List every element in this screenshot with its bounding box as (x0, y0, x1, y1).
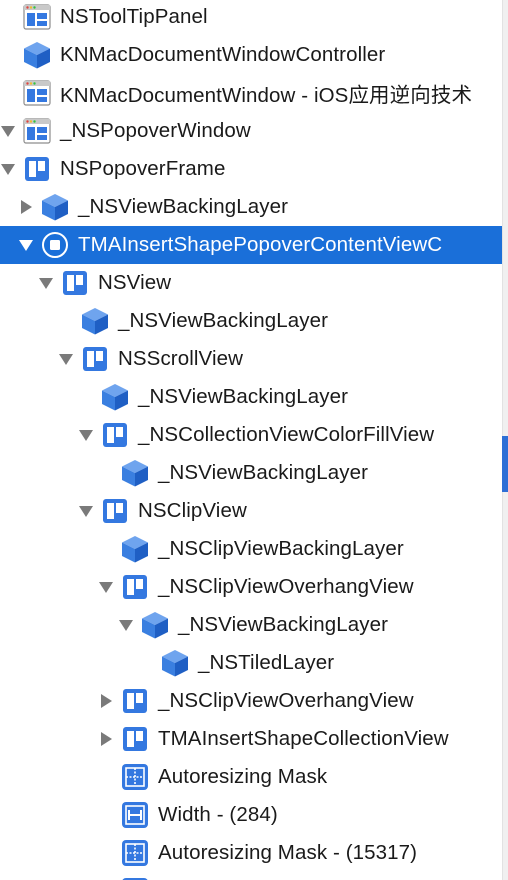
cube-icon (120, 534, 150, 564)
view-icon (22, 154, 52, 184)
view-icon (100, 420, 130, 450)
view-icon (120, 724, 150, 754)
outline-row-label: Autoresizing Mask (158, 765, 328, 788)
view-hierarchy-outline[interactable]: NSToolTipPanel KNMacDocumentWindowControl… (0, 0, 502, 880)
view-controller-icon (40, 230, 70, 260)
outline-row-label: _NSClipViewOverhangView (158, 575, 414, 598)
outline-row-label: KNMacDocumentWindow - iOS应用逆向技术 (60, 84, 473, 107)
cube-icon (80, 306, 110, 336)
outline-row-label: NSView (98, 271, 172, 294)
disclosure-triangle-down-icon[interactable] (78, 501, 94, 521)
vertical-scrollbar[interactable] (502, 0, 508, 880)
disclosure-triangle-down-icon[interactable] (78, 425, 94, 445)
outline-row-label: TMAInsertShapeCollectionView (158, 727, 449, 750)
outline-row-label: _NSClipViewBackingLayer (158, 537, 404, 560)
outline-row[interactable]: NSScrollView (0, 340, 502, 378)
outline-row[interactable]: _NSViewBackingLayer (0, 378, 502, 416)
disclosure-triangle-down-icon[interactable] (38, 273, 54, 293)
autoresizing-constraint-icon (120, 762, 150, 792)
outline-row-label: _NSViewBackingLayer (78, 195, 289, 218)
disclosure-triangle-right-icon[interactable] (18, 197, 34, 217)
outline-row-label: NSPopoverFrame (60, 157, 226, 180)
outline-row[interactable]: NSPopoverFrame (0, 150, 502, 188)
outline-row[interactable] (0, 872, 502, 880)
outline-row-label: Width - (284) (158, 803, 278, 826)
disclosure-triangle-down-icon[interactable] (98, 577, 114, 597)
outline-row-label: NSClipView (138, 499, 247, 522)
cube-icon (120, 458, 150, 488)
outline-row[interactable]: _NSViewBackingLayer (0, 188, 502, 226)
outline-row[interactable]: TMAInsertShapeCollectionView (0, 720, 502, 758)
window-icon (22, 2, 52, 32)
outline-row-label: _NSTiledLayer (198, 651, 335, 674)
outline-row[interactable]: _NSClipViewOverhangView (0, 682, 502, 720)
outline-row[interactable]: _NSCollectionViewColorFillView (0, 416, 502, 454)
autoresizing-constraint-icon (120, 876, 150, 880)
scrollbar-thumb[interactable] (502, 436, 508, 492)
outline-row[interactable]: NSClipView (0, 492, 502, 530)
width-constraint-icon (120, 800, 150, 830)
view-icon (120, 572, 150, 602)
view-icon (100, 496, 130, 526)
outline-row-label: TMAInsertShapePopoverContentViewC (78, 233, 443, 256)
outline-row-label: _NSViewBackingLayer (138, 385, 349, 408)
outline-row-label: _NSClipViewOverhangView (158, 689, 414, 712)
view-icon (80, 344, 110, 374)
outline-row-label: _NSViewBackingLayer (158, 461, 369, 484)
disclosure-triangle-right-icon[interactable] (98, 691, 114, 711)
outline-row[interactable]: KNMacDocumentWindow - iOS应用逆向技术 (0, 74, 502, 112)
outline-row[interactable]: TMAInsertShapePopoverContentViewC (0, 226, 502, 264)
disclosure-triangle-down-icon[interactable] (58, 349, 74, 369)
view-icon (120, 686, 150, 716)
outline-row[interactable]: _NSPopoverWindow (0, 112, 502, 150)
outline-row[interactable]: _NSViewBackingLayer (0, 454, 502, 492)
outline-row-label: NSScrollView (118, 347, 244, 370)
outline-row-label: _NSCollectionViewColorFillView (138, 423, 435, 446)
disclosure-triangle-down-icon[interactable] (118, 615, 134, 635)
autoresizing-constraint-icon (120, 838, 150, 868)
disclosure-triangle-right-icon[interactable] (98, 729, 114, 749)
cube-icon (160, 648, 190, 678)
outline-row[interactable]: _NSClipViewOverhangView (0, 568, 502, 606)
outline-row[interactable]: Autoresizing Mask - (15317) (0, 834, 502, 872)
window-icon (22, 116, 52, 146)
view-icon (60, 268, 90, 298)
outline-row[interactable]: KNMacDocumentWindowController (0, 36, 502, 74)
outline-row[interactable]: NSToolTipPanel (0, 0, 502, 36)
outline-row[interactable]: _NSViewBackingLayer (0, 302, 502, 340)
cube-icon (22, 40, 52, 70)
outline-row-label: _NSPopoverWindow (60, 119, 251, 142)
outline-row-label: NSToolTipPanel (60, 5, 208, 28)
disclosure-triangle-down-icon[interactable] (18, 235, 34, 255)
outline-row[interactable]: NSView (0, 264, 502, 302)
outline-row[interactable]: Autoresizing Mask (0, 758, 502, 796)
disclosure-triangle-down-icon[interactable] (0, 159, 16, 179)
cube-icon (140, 610, 170, 640)
outline-row-label: _NSViewBackingLayer (178, 613, 389, 636)
cube-icon (40, 192, 70, 222)
outline-row-label: Autoresizing Mask - (15317) (158, 841, 418, 864)
outline-row[interactable]: _NSTiledLayer (0, 644, 502, 682)
outline-row[interactable]: _NSViewBackingLayer (0, 606, 502, 644)
outline-row[interactable]: Width - (284) (0, 796, 502, 834)
disclosure-triangle-down-icon[interactable] (0, 121, 16, 141)
outline-row-label: KNMacDocumentWindowController (60, 43, 386, 66)
outline-row[interactable]: _NSClipViewBackingLayer (0, 530, 502, 568)
cube-icon (100, 382, 130, 412)
window-icon (22, 78, 52, 108)
outline-row-label: _NSViewBackingLayer (118, 309, 329, 332)
